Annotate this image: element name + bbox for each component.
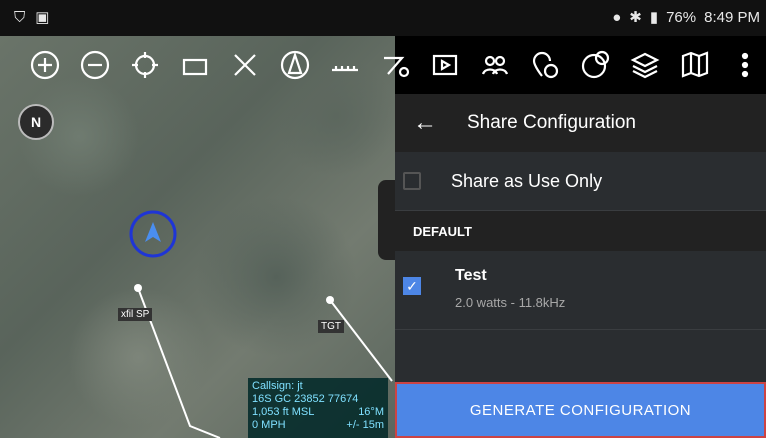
compass-rose-icon[interactable] xyxy=(274,44,316,86)
zoom-in-icon[interactable] xyxy=(24,44,66,86)
image-icon: ▣ xyxy=(35,9,50,26)
panel-title: Share Configuration xyxy=(467,112,636,133)
clock: 8:49 PM xyxy=(704,8,760,26)
checked-checkbox-icon[interactable]: ✓ xyxy=(403,277,421,295)
layers-icon[interactable] xyxy=(624,44,666,86)
config-item-test[interactable]: ✓ Test 2.0 watts - 11.8kHz xyxy=(395,251,766,330)
map-toolbar xyxy=(0,36,766,94)
grid-text: 16S GC 23852 77674 xyxy=(252,393,359,405)
signal-icon: ▮ xyxy=(649,9,659,26)
shield-icon: ⛉ xyxy=(14,8,26,26)
more-menu-icon[interactable] xyxy=(724,44,766,86)
share-use-only-checkbox[interactable] xyxy=(403,172,421,190)
point-label-xfil[interactable]: xfil SP xyxy=(118,308,153,321)
zoom-out-icon[interactable] xyxy=(74,44,116,86)
contacts-icon[interactable] xyxy=(474,44,516,86)
locate-icon[interactable] xyxy=(124,44,166,86)
bluetooth-icon: ✱ xyxy=(629,9,642,26)
location-info-box: Callsign: jt 16S GC 23852 77674 1,053 ft… xyxy=(248,378,388,438)
add-marker-icon[interactable] xyxy=(524,44,566,86)
ruler-icon[interactable] xyxy=(324,44,366,86)
section-header-default: DEFAULT xyxy=(395,211,766,251)
point-label-tgt[interactable]: TGT xyxy=(318,320,344,333)
altitude-text: 1,053 ft MSL xyxy=(252,406,315,418)
layers-toggle-icon[interactable] xyxy=(174,44,216,86)
back-arrow-icon[interactable]: ← xyxy=(413,109,437,137)
compass-icon[interactable]: N xyxy=(18,104,54,140)
close-icon[interactable] xyxy=(224,44,266,86)
share-config-panel: ← Share Configuration Share as Use Only … xyxy=(395,94,766,438)
heading-text: 16°M xyxy=(358,406,384,418)
callsign-text: Callsign: jt xyxy=(252,380,303,392)
share-use-only-label: Share as Use Only xyxy=(451,170,603,191)
battery-text: 76% xyxy=(666,8,697,26)
location-icon: ● xyxy=(612,8,622,26)
config-item-name: Test xyxy=(455,267,487,284)
map-icon[interactable] xyxy=(674,44,716,86)
add-overlay-icon[interactable] xyxy=(574,44,616,86)
accuracy-text: +/- 15m xyxy=(346,419,384,431)
route-icon[interactable] xyxy=(374,44,416,86)
status-bar: ⛉ ▣ ● ✱ ▮ 76% 8:49 PM xyxy=(0,0,766,36)
speed-text: 0 MPH xyxy=(252,419,286,431)
panel-drag-handle[interactable] xyxy=(378,180,395,260)
video-icon[interactable] xyxy=(424,44,466,86)
config-item-detail: 2.0 watts - 11.8kHz xyxy=(455,295,566,310)
generate-configuration-button[interactable]: GENERATE CONFIGURATION xyxy=(395,382,766,438)
